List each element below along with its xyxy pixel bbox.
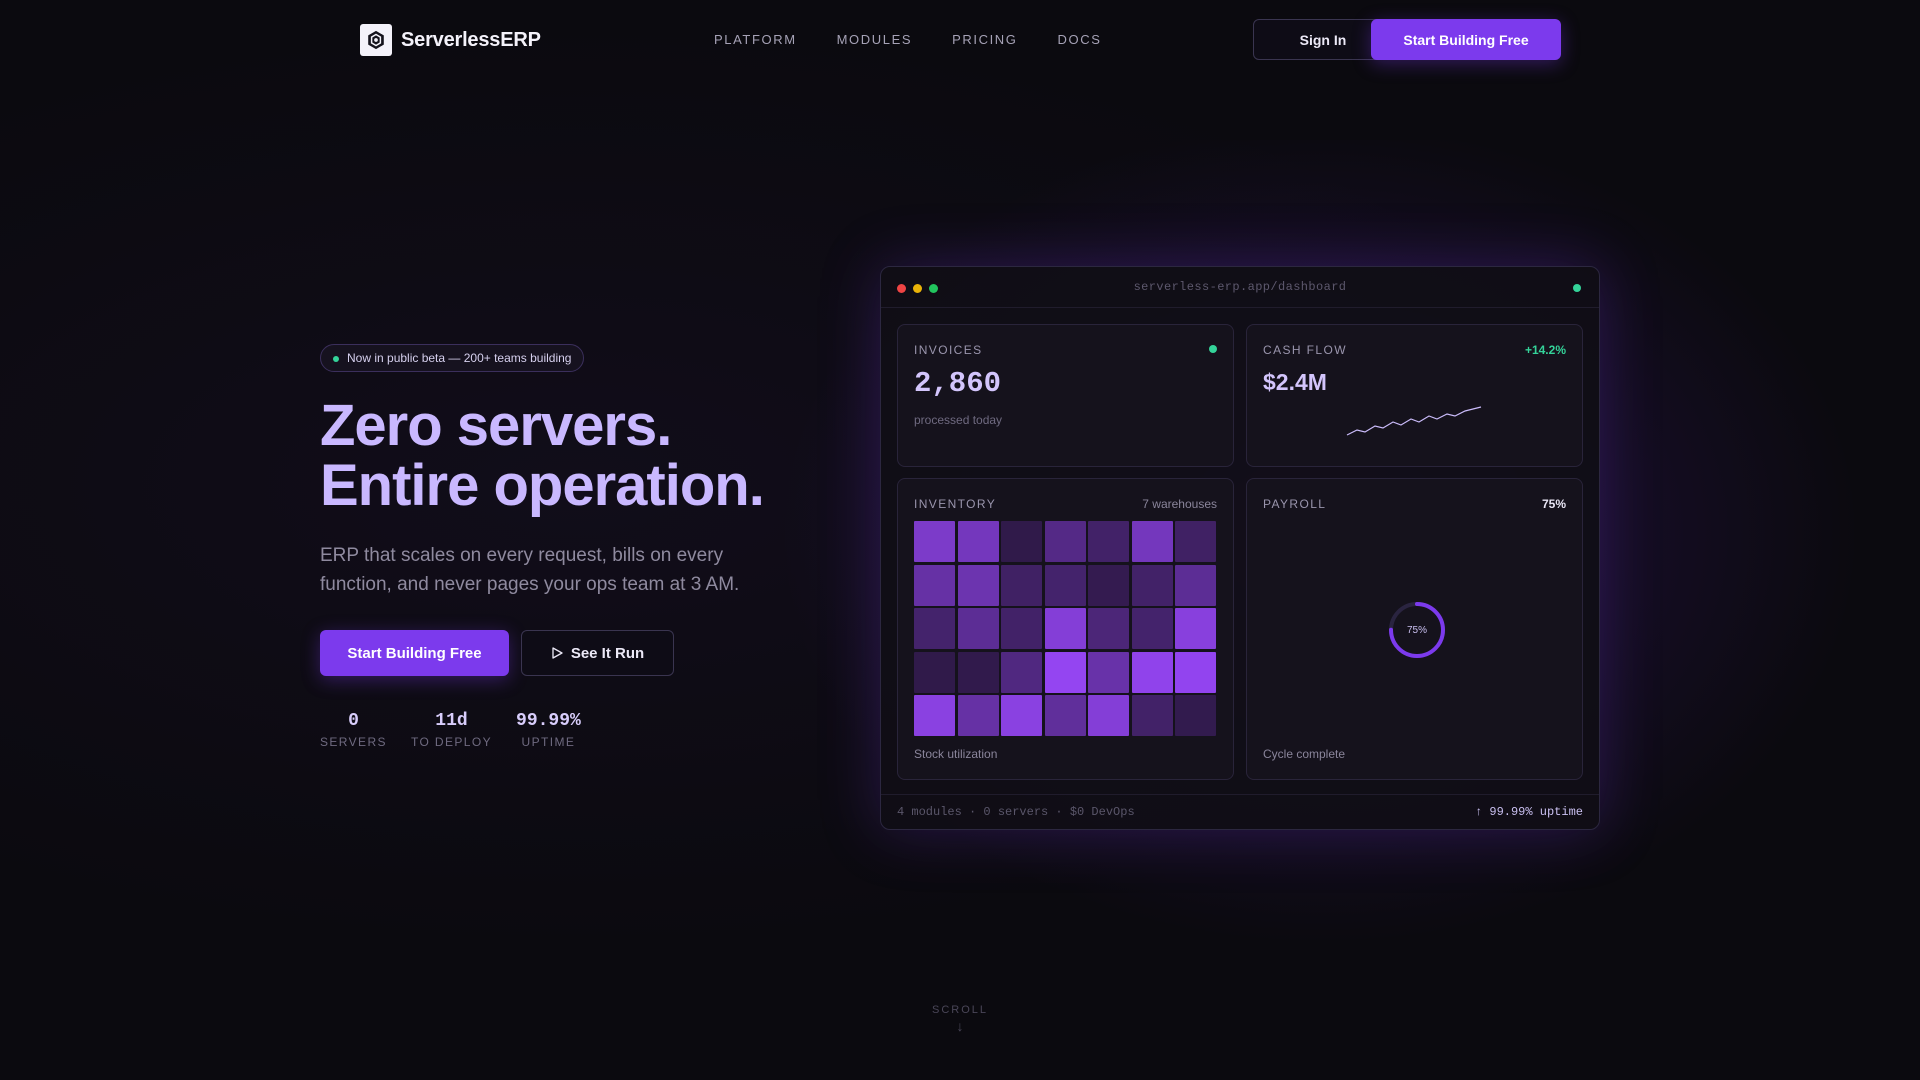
stat-value: 99.99% [516,711,581,731]
cashflow-label: CASH FLOW [1263,343,1347,357]
heatmap-cell [1175,521,1216,562]
scroll-indicator[interactable]: SCROLL ↓ [910,1004,1010,1034]
heatmap-cell [1044,521,1086,562]
heatmap-cell [1131,608,1173,649]
heatmap-cell [957,651,999,693]
dashboard-footer-summary: 4 modules · 0 servers · $0 DevOps [897,805,1135,819]
nav-link-modules[interactable]: MODULES [837,32,913,47]
inventory-meta: 7 warehouses [1142,497,1217,511]
stat-label: TO DEPLOY [410,735,493,749]
heatmap-cell [1175,608,1216,649]
inventory-label: INVENTORY [914,497,997,511]
invoices-status-dot [1209,345,1217,353]
stat-label: SERVERS [320,735,387,749]
heatmap-cell [1088,564,1129,606]
heatmap-cell [1131,695,1173,736]
heatmap-cell [1175,651,1216,693]
heatmap-cell [1001,695,1042,736]
heatmap-cell [1131,564,1173,606]
heatmap-cell [1001,564,1042,606]
nav-start-building-button[interactable]: Start Building Free [1371,19,1561,60]
heatmap-cell [1088,651,1129,693]
heatmap-cell [957,521,999,562]
hero-subtitle: ERP that scales on every request, bills … [320,545,740,595]
payroll-card: PAYROLL 75% 75% Cycle complete [1246,478,1583,780]
cashflow-change: +14.2% [1524,343,1566,357]
stat-value: 11d [435,711,468,731]
heatmap-cell [1001,651,1042,693]
heatmap-cell [957,608,999,649]
scroll-label: SCROLL [931,1004,989,1016]
heatmap-cell [1175,564,1216,606]
heatmap-cell [914,695,955,736]
stat-deploy: 11d TO DEPLOY [411,710,492,749]
payroll-footer: Cycle complete [1263,747,1346,761]
badge-text: Now in public beta — 200+ teams building [347,351,572,365]
stat-uptime: 99.99% UPTIME [516,710,581,749]
window-title-bar: serverless-erp.app/dashboard [881,267,1599,308]
stat-label: UPTIME [521,735,576,749]
window-url: serverless-erp.app/dashboard [1133,280,1347,294]
invoices-subtext: processed today [914,413,1003,427]
heatmap-cell [914,608,955,649]
heatmap-cell [914,564,955,606]
see-it-run-button[interactable]: See It Run [521,630,674,676]
cashflow-sparkline [1346,406,1482,436]
dashboard-preview-window: serverless-erp.app/dashboard INVOICES 2,… [880,266,1600,830]
heatmap-cell [1044,651,1086,693]
see-it-run-label: See It Run [570,644,645,662]
heatmap-cell [1088,521,1129,562]
heatmap-cell [914,521,955,562]
play-icon [552,647,563,659]
heatmap-cell [957,564,999,606]
inventory-heatmap [914,521,1216,736]
nav-link-platform[interactable]: PLATFORM [714,32,797,47]
cashflow-card: CASH FLOW +14.2% $2.4M [1246,324,1583,467]
cashflow-value: $2.4M [1263,369,1327,395]
heatmap-cell [1088,608,1129,649]
payroll-percent: 75% [1541,497,1566,511]
badge-status-dot [333,356,339,362]
hero-stats: 0 SERVERS 11d TO DEPLOY 99.99% UPTIME [320,710,581,749]
inventory-footer: Stock utilization [914,747,998,761]
heatmap-cell [1001,608,1042,649]
dashboard-footer: 4 modules · 0 servers · $0 DevOps ↑ 99.9… [881,794,1599,829]
hero-headline: Zero servers. Entire operation. [320,393,765,518]
invoices-label: INVOICES [914,343,983,357]
inventory-card: INVENTORY 7 warehouses Stock utilization [897,478,1234,780]
heatmap-cell [914,651,955,693]
brand-name: ServerlessERP [401,28,541,51]
beta-badge: Now in public beta — 200+ teams building [320,344,585,372]
nav-link-docs[interactable]: DOCS [1058,32,1102,47]
headline-line-2: Entire operation. [320,453,765,518]
dashboard-footer-uptime: ↑ 99.99% uptime [1474,805,1583,819]
invoices-card: INVOICES 2,860 processed today [897,324,1234,467]
arrow-down-icon: ↓ [956,1018,964,1034]
heatmap-cell [1044,564,1086,606]
heatmap-cell [957,695,999,736]
heatmap-cell [1131,651,1173,693]
payroll-ring-label: 75% [1406,624,1427,636]
brand-logo[interactable]: ServerlessERP [360,24,541,56]
live-status-dot [1573,284,1581,292]
heatmap-cell [1131,521,1173,562]
stat-servers: 0 SERVERS [320,710,387,749]
stat-value: 0 [348,711,359,731]
heatmap-cell [1044,608,1086,649]
invoices-value: 2,860 [914,367,1002,400]
heatmap-cell [1088,695,1129,736]
nav-link-pricing[interactable]: PRICING [952,32,1017,47]
top-navigation: ServerlessERP PLATFORM MODULES PRICING D… [0,0,1920,80]
heatmap-cell [1001,521,1042,562]
payroll-label: PAYROLL [1263,497,1327,511]
hero-start-building-button[interactable]: Start Building Free [320,630,509,676]
brand-logo-icon [360,24,392,56]
headline-line-1: Zero servers. [320,393,672,458]
heatmap-cell [1175,695,1216,736]
heatmap-cell [1044,695,1086,736]
nav-links: PLATFORM MODULES PRICING DOCS [714,32,1101,47]
